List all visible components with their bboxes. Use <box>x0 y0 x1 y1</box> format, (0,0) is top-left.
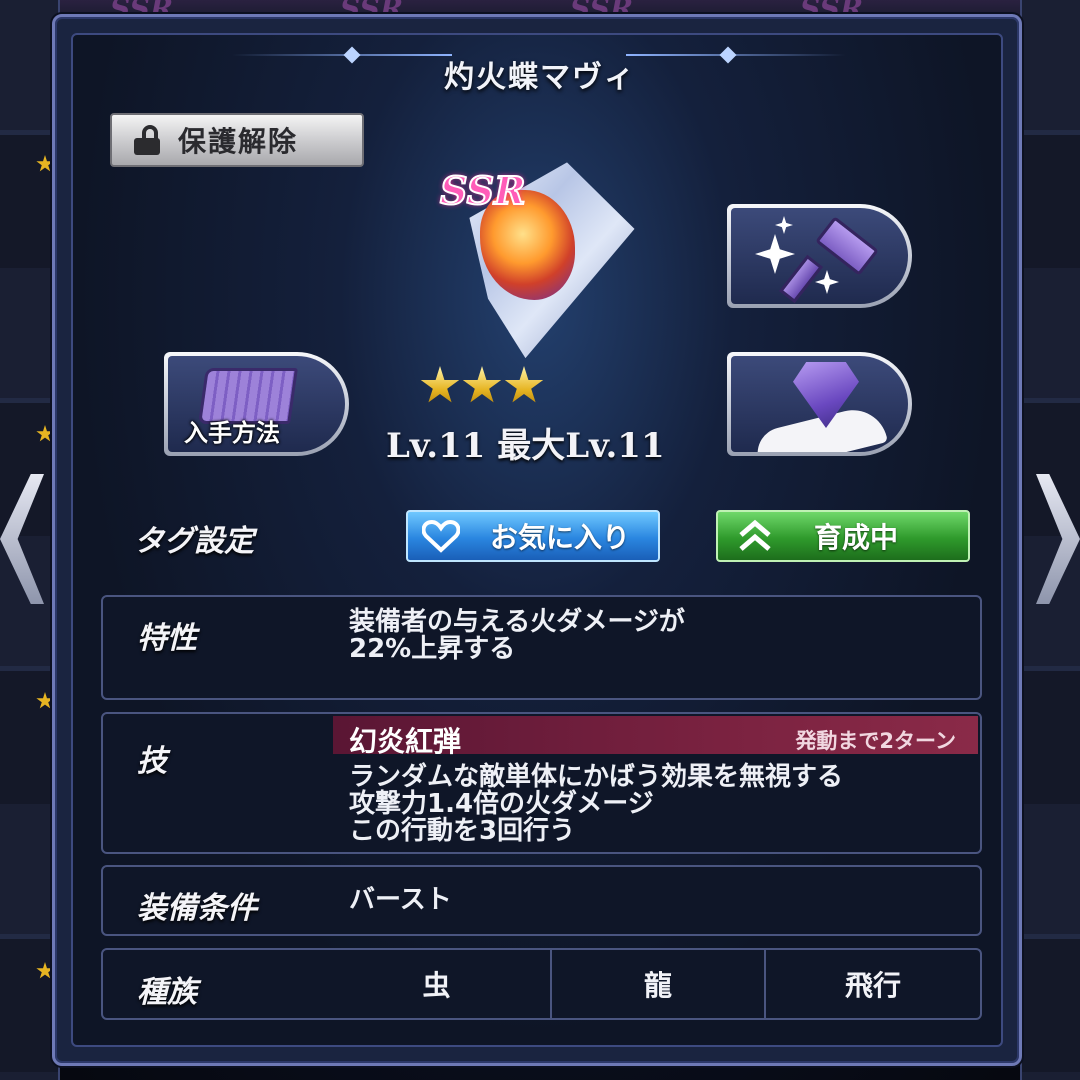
skill-name: 幻炎紅弾 <box>349 725 462 758</box>
sparkle-icon <box>775 216 793 234</box>
equip-condition-section: 装備条件 バースト <box>101 865 982 936</box>
double-chevron-up-icon <box>736 519 774 553</box>
skill-cooldown: 発動まで2ターン <box>795 729 956 753</box>
sparkle-icon <box>755 234 795 274</box>
rarity-badge: SSR <box>439 167 527 214</box>
equipment-image: SSR <box>439 160 650 360</box>
star-icon <box>462 366 502 403</box>
level-text: Lv.11 最大Lv.11 <box>386 426 665 466</box>
trait-label: 特性 <box>137 621 197 656</box>
rarity-stars <box>420 366 544 406</box>
training-label: 育成中 <box>814 521 899 554</box>
skill-header-bar: 幻炎紅弾 発動まで2ターン <box>333 716 978 758</box>
page-title: 灼火蝶マヴィ <box>444 60 636 95</box>
enhance-button[interactable] <box>727 204 912 308</box>
star-icon <box>420 366 460 403</box>
training-button[interactable]: 育成中 <box>716 510 970 562</box>
race-value: 龍 <box>643 969 672 1002</box>
unprotect-label: 保護解除 <box>178 125 299 158</box>
limit-break-button[interactable] <box>727 352 912 456</box>
skill-label: 技 <box>137 744 167 779</box>
tag-settings-label: タグ設定 <box>134 524 254 559</box>
skill-line-3: この行動を3回行う <box>349 816 576 846</box>
race-section: 種族 虫 龍 飛行 <box>101 948 982 1020</box>
favorite-label: お気に入り <box>490 521 631 554</box>
equip-condition-label: 装備条件 <box>137 891 257 926</box>
equip-condition-value: バースト <box>349 885 452 915</box>
unlock-icon <box>132 125 164 155</box>
hammer-head-icon <box>815 216 879 276</box>
race-value: 飛行 <box>844 969 901 1002</box>
race-value: 虫 <box>422 969 451 1002</box>
unprotect-button[interactable]: 保護解除 <box>110 113 364 167</box>
skill-line-2: 攻撃力1.4倍の火ダメージ <box>349 789 654 819</box>
heart-icon <box>421 519 461 553</box>
acquisition-method-label: 入手方法 <box>184 419 280 447</box>
star-icon <box>504 366 544 403</box>
trait-line-2: 22%上昇する <box>349 634 516 664</box>
sparkle-icon <box>815 270 839 294</box>
favorite-button[interactable]: お気に入り <box>406 510 660 562</box>
skill-section: 技 幻炎紅弾 発動まで2ターン ランダムな敵単体にかばう効果を無視する 攻撃力1… <box>101 712 982 854</box>
hammer-icon <box>778 254 824 304</box>
trait-line-1: 装備者の与える火ダメージが <box>349 607 685 637</box>
race-label: 種族 <box>137 975 197 1010</box>
trait-section: 特性 装備者の与える火ダメージが 22%上昇する <box>101 595 982 700</box>
skill-line-1: ランダムな敵単体にかばう効果を無視する <box>349 762 844 792</box>
acquisition-method-button[interactable]: 入手方法 <box>164 352 349 456</box>
